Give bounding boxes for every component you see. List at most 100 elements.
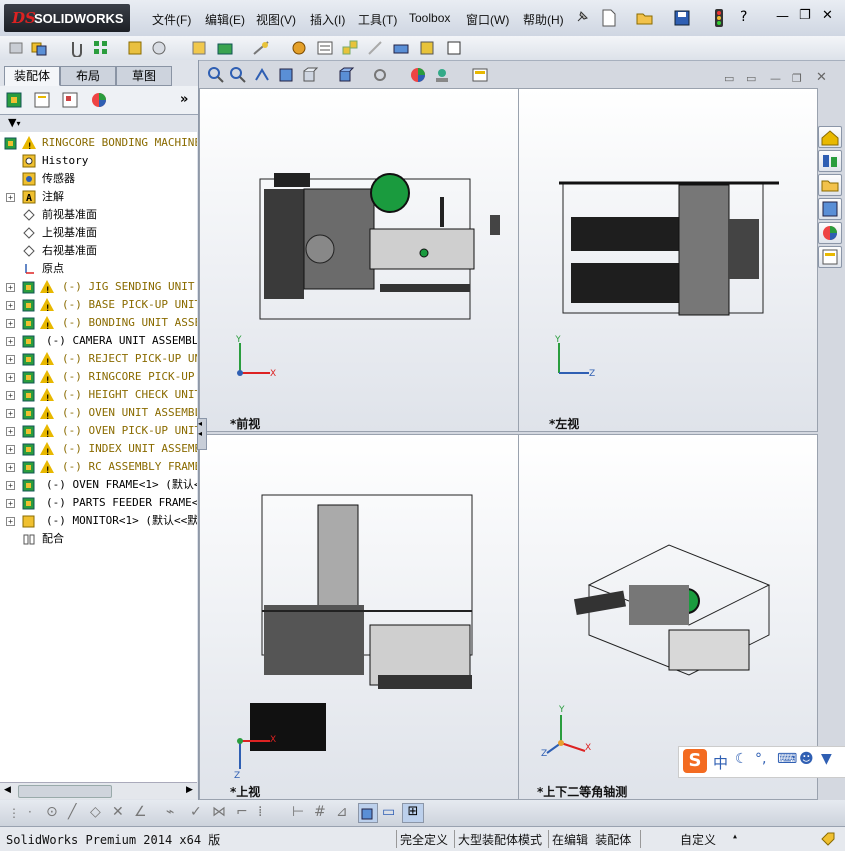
solidworks-logo[interactable]: DS SOLIDWORKS xyxy=(4,4,130,32)
new-motion-study-icon[interactable] xyxy=(290,39,308,60)
expand-toggle-icon[interactable]: + xyxy=(6,301,15,310)
insert-component-icon[interactable] xyxy=(8,39,26,60)
mirror-icon[interactable]: ⋈ xyxy=(212,804,226,820)
edit-appearance-icon[interactable] xyxy=(409,66,427,87)
zoom-to-fit-icon[interactable] xyxy=(207,66,225,87)
two-view-icon[interactable]: ▭ xyxy=(746,72,756,85)
grid-icon[interactable]: # xyxy=(314,804,326,820)
expand-toggle-icon[interactable]: + xyxy=(6,391,15,400)
tab-assembly[interactable]: 装配体 xyxy=(4,66,60,86)
offset-icon[interactable]: ⁞ xyxy=(258,804,262,820)
apply-scene-icon[interactable] xyxy=(433,66,451,87)
view-minimize-icon[interactable]: — xyxy=(770,72,781,85)
display-style-icon[interactable] xyxy=(337,66,355,87)
pattern-icon[interactable] xyxy=(92,39,110,60)
interference-detection-icon[interactable] xyxy=(392,39,410,60)
save-icon[interactable] xyxy=(673,9,691,27)
menu-view[interactable]: 视图(V) xyxy=(256,11,296,28)
appearances-icon[interactable] xyxy=(818,222,842,244)
minimize-button[interactable]: — xyxy=(776,9,789,24)
angle-dim-icon[interactable]: ⊿ xyxy=(336,804,348,820)
expand-toggle-icon[interactable]: + xyxy=(6,463,15,472)
menu-insert[interactable]: 插入(I) xyxy=(310,11,345,28)
expand-toggle-icon[interactable]: + xyxy=(6,283,15,292)
explode-line-sketch-icon[interactable] xyxy=(366,39,384,60)
circle-icon[interactable]: ⊙ xyxy=(46,804,58,820)
feature-manager-icon[interactable] xyxy=(4,90,26,110)
expand-toggle-icon[interactable]: + xyxy=(6,499,15,508)
four-view-icon[interactable]: ⊞ xyxy=(402,803,424,823)
menu-toolbox[interactable]: Toolbox xyxy=(409,11,450,25)
tab-sketch[interactable]: 草图 xyxy=(116,66,172,86)
view-palette-icon[interactable] xyxy=(818,198,842,220)
expand-toggle-icon[interactable]: + xyxy=(6,337,15,346)
menu-file[interactable]: 文件(F) xyxy=(152,11,191,28)
home-icon[interactable] xyxy=(818,126,842,148)
clip-icon[interactable] xyxy=(68,39,86,60)
menu-tools[interactable]: 工具(T) xyxy=(358,11,397,28)
view-restore-icon[interactable]: ❐ xyxy=(792,72,802,85)
new-document-icon[interactable] xyxy=(600,9,618,27)
mate-icon[interactable] xyxy=(30,39,48,60)
panel-collapse-handle[interactable]: ◂ ◂ xyxy=(197,418,207,450)
smart-fastener-icon[interactable] xyxy=(126,39,144,60)
expand-toggle-icon[interactable]: + xyxy=(6,409,15,418)
scroll-left-icon[interactable]: ◀ xyxy=(4,785,11,795)
open-folder-icon[interactable] xyxy=(636,9,654,27)
file-explorer-icon[interactable] xyxy=(818,174,842,196)
view-orientation-icon[interactable] xyxy=(301,66,319,87)
ime-toolbar[interactable]: S 中 ☾ °, ⌨ ☻ ▼ xyxy=(678,746,845,778)
reference-geometry-icon[interactable] xyxy=(252,39,270,60)
expand-toggle-icon[interactable]: + xyxy=(6,373,15,382)
pin-icon[interactable] xyxy=(575,10,589,24)
help-icon[interactable]: ? xyxy=(740,9,747,25)
design-library-icon[interactable] xyxy=(818,150,842,172)
custom-properties-icon[interactable] xyxy=(818,246,842,268)
moon-icon[interactable]: ☾ xyxy=(735,751,748,767)
dimension-icon[interactable]: ⊢ xyxy=(292,804,304,820)
property-manager-icon[interactable] xyxy=(32,90,54,110)
angle-icon[interactable]: ∠ xyxy=(134,804,147,820)
polygon-icon[interactable]: ◇ xyxy=(90,804,101,820)
user-icon[interactable]: ☻ xyxy=(799,751,814,767)
relation-icon[interactable]: ✓ xyxy=(190,804,202,820)
configuration-manager-icon[interactable] xyxy=(60,90,82,110)
zoom-area-icon[interactable] xyxy=(229,66,247,87)
single-view-icon[interactable]: ▭ xyxy=(724,72,734,85)
tree-horizontal-scrollbar[interactable]: ◀ ▶ xyxy=(0,782,197,799)
keyboard-icon[interactable]: ⌨ xyxy=(777,751,797,767)
assembly-features-icon[interactable] xyxy=(216,39,234,60)
expand-toggle-icon[interactable]: + xyxy=(6,319,15,328)
expand-toggle-icon[interactable]: + xyxy=(6,355,15,364)
move-component-icon[interactable] xyxy=(150,39,168,60)
display-manager-icon[interactable] xyxy=(88,90,110,110)
exploded-view-icon[interactable] xyxy=(341,39,359,60)
tag-icon[interactable] xyxy=(820,831,836,850)
skin-icon[interactable]: ▼ xyxy=(821,751,832,767)
ime-language[interactable]: 中 xyxy=(713,752,728,773)
viewport-left[interactable]: Y Z *左视 xyxy=(518,88,818,432)
view-close-icon[interactable]: ✕ xyxy=(816,70,827,85)
hide-show-items-icon[interactable] xyxy=(371,66,389,87)
expand-toggle-icon[interactable]: + xyxy=(6,427,15,436)
bill-of-materials-icon[interactable] xyxy=(316,39,334,60)
trim-icon[interactable]: ⌁ xyxy=(166,804,174,820)
expand-toggle-icon[interactable]: + xyxy=(6,193,15,202)
tab-layout[interactable]: 布局 xyxy=(60,66,116,86)
status-units[interactable]: 自定义 xyxy=(680,831,716,848)
menu-window[interactable]: 窗口(W) xyxy=(466,11,509,28)
close-button[interactable]: ✕ xyxy=(822,8,833,23)
scroll-thumb[interactable] xyxy=(18,785,112,798)
units-dropdown-icon[interactable]: ▴ xyxy=(732,831,738,842)
traffic-light-icon[interactable] xyxy=(710,8,728,27)
scroll-right-icon[interactable]: ▶ xyxy=(186,785,193,795)
expand-toggle-icon[interactable]: + xyxy=(6,445,15,454)
funnel-icon[interactable]: ▼▾ xyxy=(8,116,20,129)
instant3d-icon[interactable] xyxy=(418,39,436,60)
single-window-icon[interactable]: ▭ xyxy=(382,804,395,820)
view-settings-icon[interactable] xyxy=(471,66,489,87)
viewport-top[interactable]: X Z *上视 xyxy=(199,434,519,800)
shaded-view-icon[interactable] xyxy=(358,803,378,823)
expand-toggle-icon[interactable]: + xyxy=(6,517,15,526)
previous-view-icon[interactable] xyxy=(253,66,271,87)
